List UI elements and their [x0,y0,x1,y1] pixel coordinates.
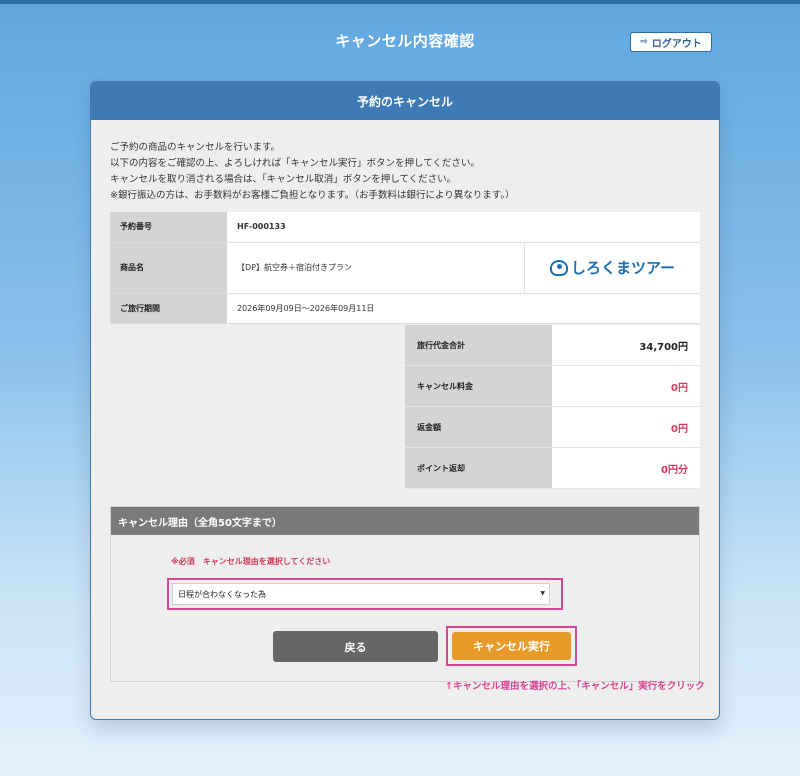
price-label: 返金額 [405,406,552,448]
reservation-number-label: 予約番号 [110,212,227,243]
cancel-reason-selected: 日程が合わなくなった為 [178,589,266,599]
back-button[interactable]: 戻る [273,631,438,662]
price-value: 0円 [552,406,700,448]
product-name: 【DP】航空券＋宿泊付きプラン [227,242,525,294]
brand-logo-text: しろくまツアー [570,259,676,277]
reservation-number: HF-000133 [227,212,700,243]
logout-button[interactable]: ⇨ ログアウト [630,32,712,52]
intro-line: 以下の内容をご確認の上、よろしければ「キャンセル実行」ボタンを押してください。 [110,158,480,169]
travel-period-label: ご旅行期間 [110,293,227,324]
logout-label: ログアウト [651,38,702,50]
sign-out-icon: ⇨ [640,37,648,47]
price-table: 旅行代金合計 34,700円 キャンセル料金 0円 返金額 0円 ポイント返却 … [405,325,700,489]
price-value: 0円 [552,365,700,407]
price-row: ポイント返却 0円分 [405,447,700,489]
cancel-reason-title: キャンセル理由（全角50文字まで） [111,507,699,535]
price-row: 旅行代金合計 34,700円 [405,325,700,366]
top-border [0,0,800,4]
price-value: 0円分 [552,447,700,489]
price-row: キャンセル料金 0円 [405,365,700,407]
dropdown-arrow-icon: ▼ [540,590,545,597]
price-label: ポイント返却 [405,447,552,489]
price-label: 旅行代金合計 [405,325,552,366]
brand-logo: しろくまツアー [524,242,700,294]
price-value: 34,700円 [552,325,700,366]
intro-line: キャンセルを取り消される場合は、「キャンセル取消」ボタンを押してください。 [110,174,457,185]
intro-line: ご予約の商品のキャンセルを行います。 [110,142,281,153]
reservation-table: 予約番号 HF-000133 商品名 【DP】航空券＋宿泊付きプラン しろくまツ… [110,212,700,324]
cancel-panel: 予約のキャンセル ご予約の商品のキャンセルを行います。 以下の内容をご確認の上、… [90,81,720,720]
cancel-reason-select[interactable]: 日程が合わなくなった為 ▼ [172,583,550,605]
intro-line: ※銀行振込の方は、お手数料がお客様ご負担となります。（お手数料は銀行により異なり… [110,190,515,201]
panel-title: 予約のキャンセル [91,82,719,120]
price-label: キャンセル料金 [405,365,552,407]
price-row: 返金額 0円 [405,406,700,448]
polar-bear-logo-icon [549,259,568,276]
instruction-hint: ↑キャンセル理由を選択の上、「キャンセル」実行をクリック [445,681,705,692]
select-highlight: 日程が合わなくなった為 ▼ [167,578,563,610]
required-note: ※必須 キャンセル理由を選択してください [171,557,331,566]
product-name-label: 商品名 [110,242,227,294]
cancel-reason-section: キャンセル理由（全角50文字まで） ※必須 キャンセル理由を選択してください 日… [110,506,700,682]
travel-period: 2026年09月09日～2026年09月11日 [227,293,700,324]
execute-highlight: キャンセル実行 [446,626,577,666]
cancel-execute-button[interactable]: キャンセル実行 [452,632,571,660]
intro-text: ご予約の商品のキャンセルを行います。 以下の内容をご確認の上、よろしければ「キャ… [110,140,515,204]
